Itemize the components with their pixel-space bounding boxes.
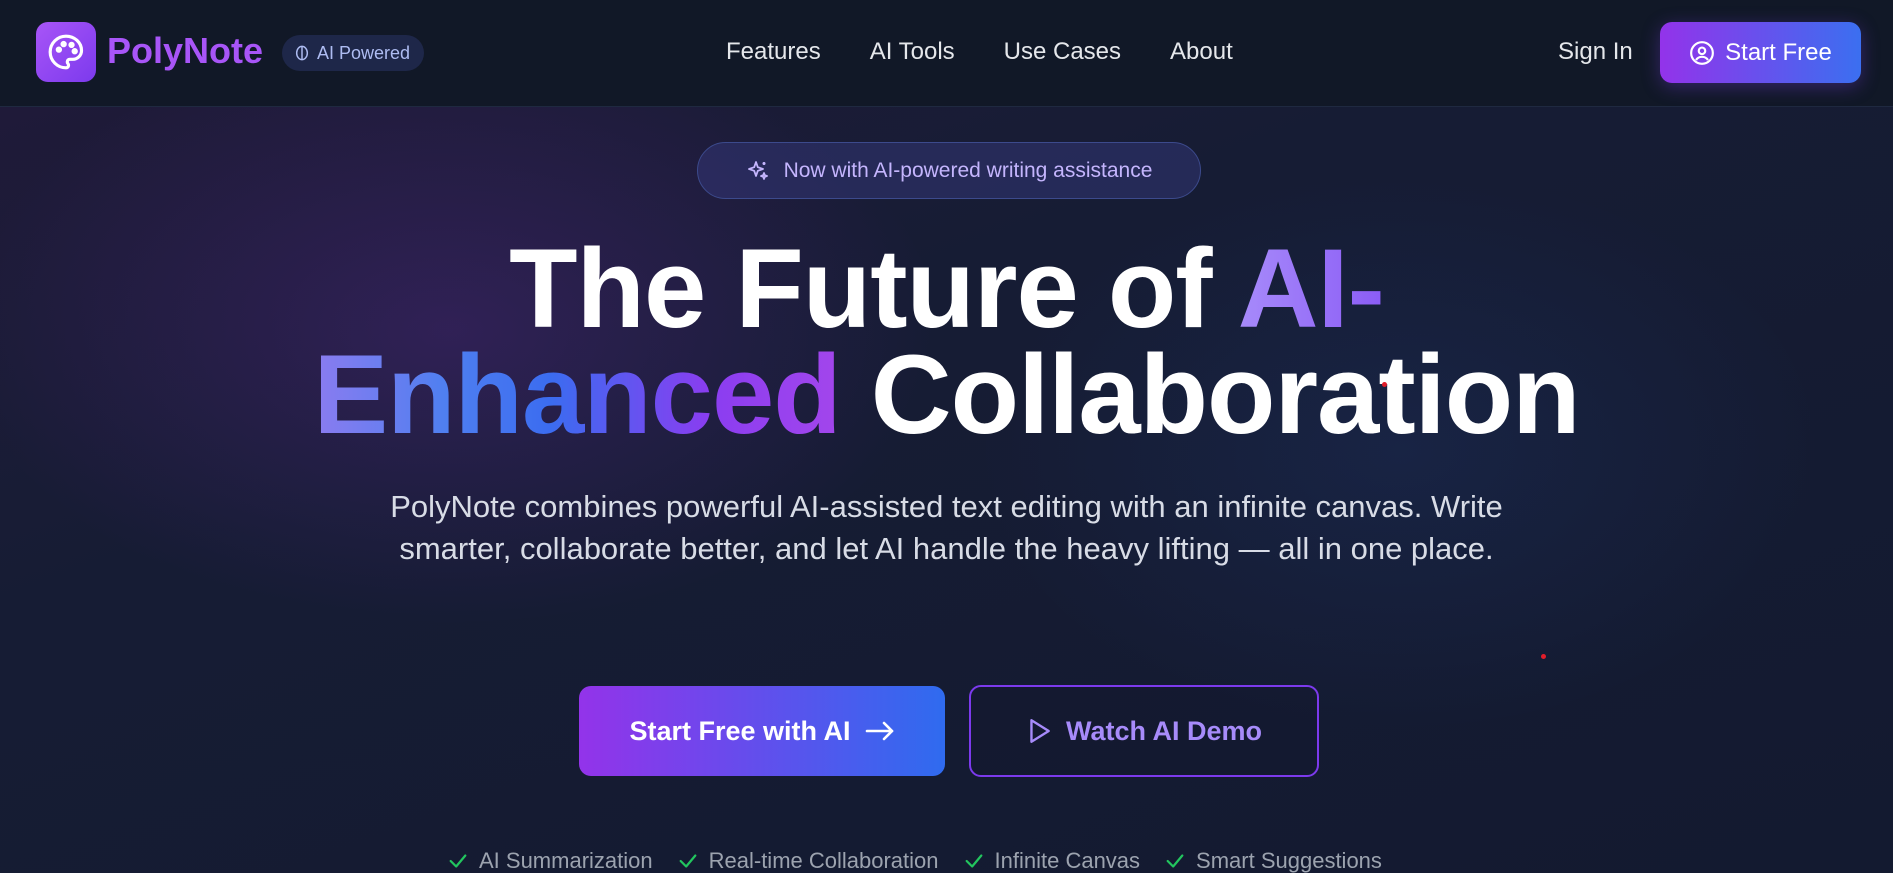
ai-powered-badge: AI Powered (282, 35, 425, 71)
brain-icon (295, 45, 309, 61)
feature-item: Infinite Canvas (963, 848, 1141, 873)
nav-link-ai-tools[interactable]: AI Tools (870, 36, 955, 68)
start-free-with-ai-button[interactable]: Start Free with AI (579, 686, 945, 776)
brand-name[interactable]: PolyNote (107, 28, 263, 74)
main-nav: Features AI Tools Use Cases About (726, 36, 1282, 68)
nav-link-features[interactable]: Features (726, 36, 821, 68)
nav-link-about[interactable]: About (1170, 36, 1233, 68)
decorative-dot (1382, 382, 1387, 387)
arrow-right-icon (865, 721, 893, 741)
announcement-pill[interactable]: Now with AI-powered writing assistance (697, 142, 1201, 199)
feature-label: Real-time Collaboration (708, 848, 939, 873)
headline-plain-2: Collaboration (840, 332, 1581, 457)
user-circle-icon (1690, 40, 1715, 65)
announcement-text: Now with AI-powered writing assistance (783, 158, 1153, 182)
ai-badge-label: AI Powered (317, 42, 411, 63)
feature-item: Real-time Collaboration (677, 848, 939, 873)
sign-in-link[interactable]: Sign In (1558, 36, 1633, 68)
sparkles-icon (747, 160, 768, 180)
decorative-dot (1541, 654, 1546, 659)
palette-icon[interactable] (36, 22, 96, 82)
check-icon (449, 854, 467, 868)
cta-secondary-label: Watch AI Demo (1065, 715, 1262, 746)
watch-ai-demo-button[interactable]: Watch AI Demo (969, 685, 1319, 777)
hero-headline-line-2: Enhanced Collaboration (0, 339, 1893, 451)
feature-item: Smart Suggestions (1164, 848, 1382, 873)
cta-primary-label: Start Free with AI (629, 715, 851, 746)
feature-label: Infinite Canvas (994, 848, 1141, 873)
feature-item: AI Summarization (447, 848, 653, 873)
check-icon (679, 854, 697, 868)
feature-list: AI Summarization Real-time Collaboration… (447, 848, 1406, 873)
top-navbar: PolyNote AI Powered Features AI Tools Us… (0, 0, 1893, 107)
start-free-button[interactable]: Start Free (1660, 22, 1861, 83)
hero-subtitle: PolyNote combines powerful AI-assisted t… (390, 489, 1503, 566)
nav-link-use-cases[interactable]: Use Cases (1004, 36, 1121, 68)
hero-headline-line-1: The Future of AI- (0, 233, 1893, 345)
landing-page: PolyNote AI Powered Features AI Tools Us… (0, 0, 1893, 873)
play-icon (1030, 719, 1050, 743)
feature-label: Smart Suggestions (1196, 848, 1382, 873)
check-icon (965, 854, 982, 868)
headline-accent-2: Enhanced (313, 332, 841, 457)
check-icon (1166, 854, 1184, 868)
feature-label: AI Summarization (479, 848, 653, 873)
start-free-label: Start Free (1725, 38, 1832, 66)
